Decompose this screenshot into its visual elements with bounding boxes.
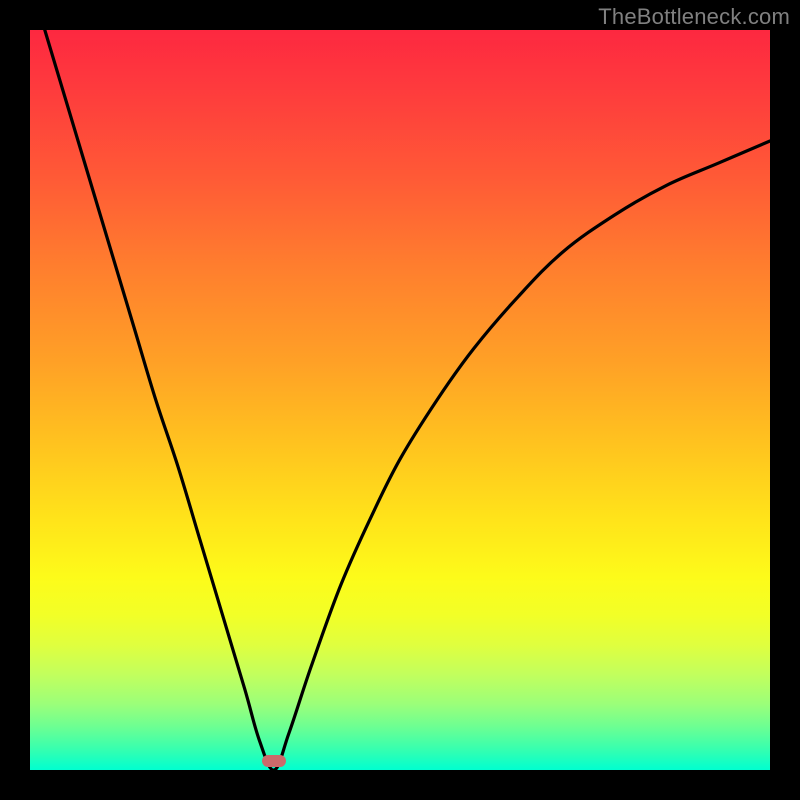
bottleneck-curve <box>30 30 770 770</box>
watermark-text: TheBottleneck.com <box>598 4 790 30</box>
optimal-point-marker <box>262 755 286 767</box>
chart-frame: TheBottleneck.com <box>0 0 800 800</box>
plot-area <box>30 30 770 770</box>
